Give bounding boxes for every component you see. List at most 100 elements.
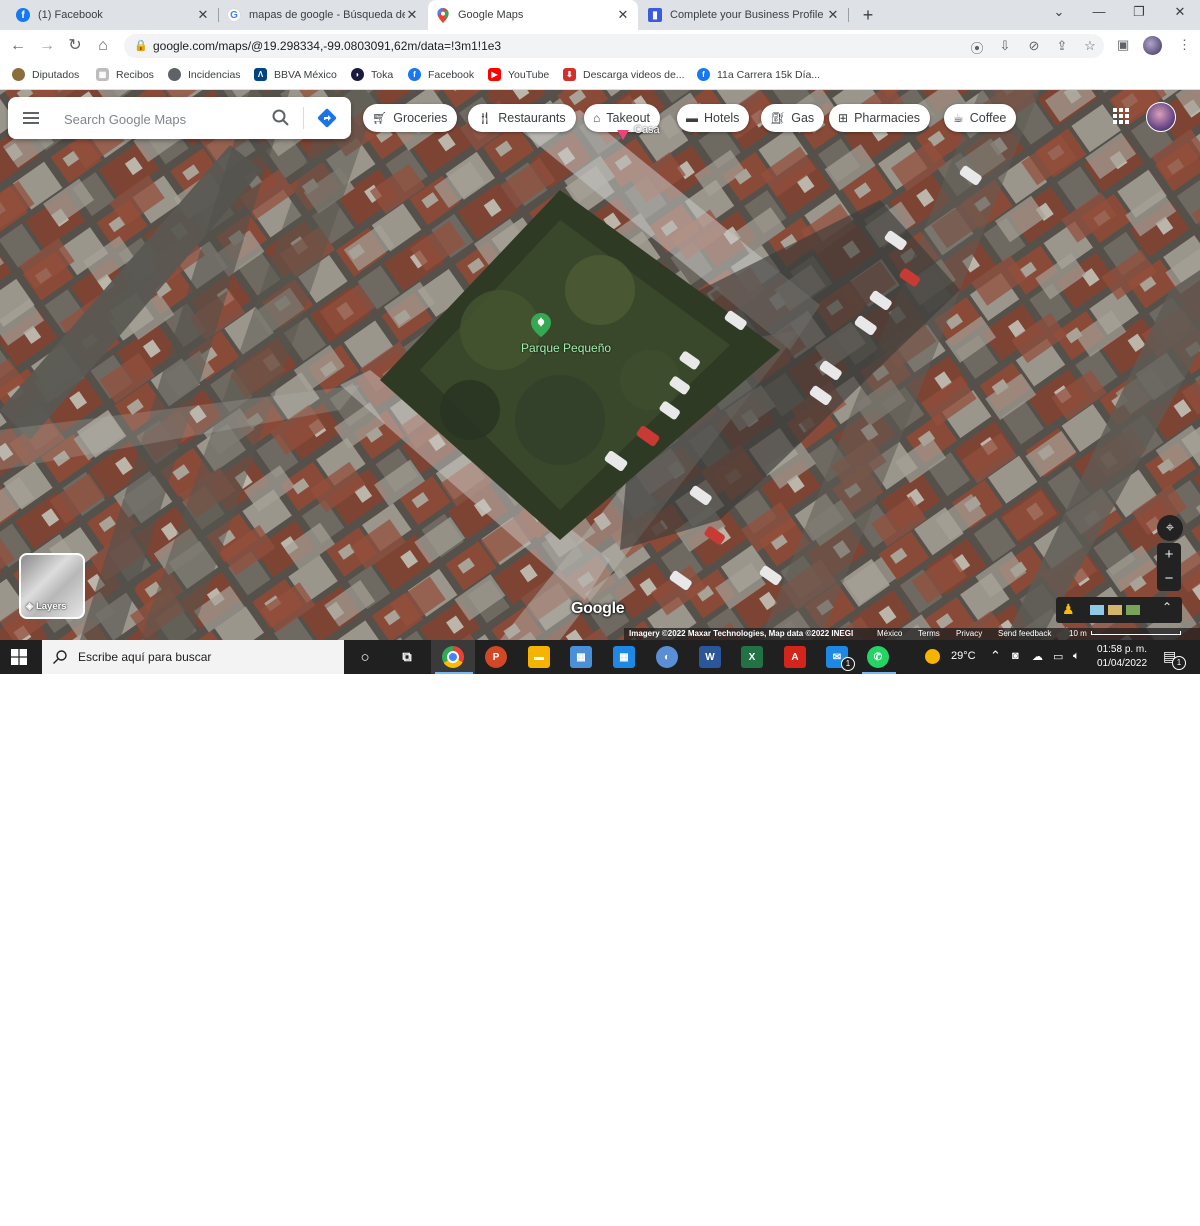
tab-google-maps[interactable]: Google Maps ✕ [428, 0, 638, 30]
place-label[interactable]: Parque Pequeño [521, 341, 611, 355]
scale-label[interactable]: 10 m [1069, 629, 1087, 638]
privacy-link[interactable]: Privacy [956, 629, 982, 638]
search-input[interactable] [62, 108, 266, 130]
paint-icon[interactable]: ◐ [656, 646, 678, 668]
thumbnail-icon[interactable] [1108, 605, 1122, 615]
tab-facebook[interactable]: f (1) Facebook ✕ [8, 0, 218, 30]
tab-business-profile[interactable]: ▮ Complete your Business Profile ✕ [640, 0, 848, 30]
sun-weather-icon[interactable] [925, 649, 940, 664]
clock[interactable]: 01:58 p. m. 01/04/2022 [1097, 643, 1147, 671]
search-icon[interactable] [271, 108, 291, 128]
tab-title: (1) Facebook [38, 9, 103, 21]
search-box [8, 97, 351, 139]
business-profile-icon: ▮ [648, 8, 662, 22]
file-explorer-icon[interactable]: ▬ [528, 646, 550, 668]
taskbar-search-box[interactable]: Escribe aquí para buscar [42, 640, 344, 674]
close-tab-icon[interactable]: ✕ [196, 7, 210, 23]
terms-link[interactable]: Terms [918, 629, 940, 638]
casa-label[interactable]: Casa [634, 124, 660, 136]
kebab-menu-icon[interactable]: ⋮ [1178, 37, 1191, 53]
tab-google-search[interactable]: G mapas de google - Búsqueda de ✕ [219, 0, 427, 30]
park-pin-icon[interactable] [531, 313, 551, 337]
chip-groceries[interactable]: 🛒︎ Groceries [363, 104, 458, 132]
star-bookmark-icon[interactable]: ☆ [1082, 38, 1098, 54]
chip-gas[interactable]: ⛽︎ Gas [761, 104, 825, 132]
layers-button[interactable]: ◈ Layers [19, 553, 85, 619]
new-tab-button[interactable]: + [858, 5, 878, 25]
region-link[interactable]: México [877, 629, 902, 638]
calculator-icon[interactable]: ▦ [570, 646, 592, 668]
forward-arrow-icon[interactable]: → [37, 36, 57, 56]
satellite-map[interactable]: 🛒︎ Groceries 🍴︎ Restaurants ⌂ Takeout ▬ Hote… [0, 90, 1200, 640]
close-tab-icon[interactable]: ✕ [826, 7, 840, 23]
chip-hotels[interactable]: ▬ Hotels [677, 104, 750, 132]
chevron-up-icon[interactable]: ⌃ [990, 648, 1001, 664]
temperature-text[interactable]: 29°C [951, 650, 976, 662]
bookmark-facebook[interactable]: f Facebook [408, 68, 474, 81]
eye-slash-icon[interactable]: ⊘ [1026, 38, 1042, 54]
facebook-icon: f [697, 68, 710, 81]
my-location-icon[interactable]: ⌖ [1157, 515, 1183, 541]
acrobat-icon[interactable]: A [784, 646, 806, 668]
home-icon[interactable]: ⌂ [93, 36, 113, 56]
send-feedback-link[interactable]: Send feedback [998, 629, 1051, 638]
chip-coffee[interactable]: ☕︎ Coffee [944, 104, 1017, 132]
bookmark-label: 11a Carrera 15k Día... [717, 68, 821, 81]
chrome-icon[interactable] [442, 646, 464, 668]
install-app-icon[interactable]: ⇩ [997, 38, 1013, 54]
zoom-in-button[interactable]: + [1157, 543, 1181, 567]
lock-icon: 🔒 [134, 40, 148, 52]
thumbnail-icon[interactable] [1090, 605, 1104, 615]
google-apps-grid-icon[interactable] [1113, 108, 1129, 124]
location-icon[interactable]: ⦿ [969, 38, 985, 57]
task-view-icon[interactable]: ⧉ [396, 646, 418, 668]
meet-icon[interactable]: ◙ [1012, 650, 1019, 662]
network-icon[interactable]: ▭ [1053, 650, 1063, 663]
browser-profile-avatar[interactable] [1143, 36, 1162, 55]
word-icon[interactable]: W [699, 646, 721, 668]
share-icon[interactable]: ⇪ [1054, 38, 1070, 54]
volume-icon[interactable]: 🔈︎ [1073, 650, 1080, 663]
bookmark-incidencias[interactable]: Incidencias [168, 68, 241, 81]
saved-place-pin-icon[interactable] [617, 130, 629, 142]
excel-icon[interactable]: X [741, 646, 763, 668]
pegman-icon[interactable]: ♟ [1062, 601, 1075, 618]
chip-pharmacies[interactable]: ⊞ Pharmacies [829, 104, 931, 132]
address-bar[interactable]: 🔒 google.com/maps/@19.298334,-99.0803091… [124, 34, 1104, 58]
bookmark-youtube[interactable]: ▶ YouTube [488, 68, 549, 81]
bookmark-label: Toka [371, 68, 394, 81]
close-window-button[interactable]: ✕ [1170, 4, 1190, 20]
bookmark-recibos[interactable]: ▦ Recibos [96, 68, 154, 81]
whatsapp-icon[interactable]: ✆ [867, 646, 889, 668]
bookmark-descarga-videos[interactable]: ⬇ Descarga videos de... [563, 68, 685, 81]
close-tab-icon[interactable]: ✕ [405, 7, 419, 23]
bookmark-diputados[interactable]: Diputados [12, 68, 79, 81]
chip-restaurants[interactable]: 🍴︎ Restaurants [468, 104, 576, 132]
cortana-icon[interactable]: ○ [354, 646, 376, 668]
screen: f (1) Facebook ✕ G mapas de google - Bús… [0, 0, 1200, 674]
back-arrow-icon[interactable]: ← [8, 36, 28, 56]
url-text: google.com/maps/@19.298334,-99.0803091,6… [153, 39, 502, 53]
account-avatar[interactable] [1146, 102, 1176, 132]
onedrive-cloud-icon[interactable]: ☁ [1032, 650, 1043, 663]
side-panel-icon[interactable]: ▣ [1117, 37, 1129, 53]
bookmark-bbva[interactable]: Λ BBVA México [254, 68, 337, 81]
powerpoint-icon[interactable]: P [485, 646, 507, 668]
download-icon: ⬇ [563, 68, 576, 81]
hamburger-menu-icon[interactable] [22, 109, 40, 127]
thumbnail-icon[interactable] [1126, 605, 1140, 615]
notification-badge: 1 [1172, 656, 1186, 670]
minimize-button[interactable]: — [1089, 4, 1109, 19]
directions-icon[interactable] [317, 108, 337, 128]
chevron-up-icon[interactable]: ⌃ [1162, 600, 1172, 614]
reload-icon[interactable]: ↻ [65, 36, 85, 56]
restore-button[interactable]: ❐ [1129, 4, 1149, 20]
bookmark-toka[interactable]: ◗ Toka [351, 68, 393, 81]
bookmark-carrera[interactable]: f 11a Carrera 15k Día... [697, 68, 820, 81]
zoom-out-button[interactable]: − [1157, 567, 1181, 591]
tab-search-chevron-icon[interactable]: ⌄ [1049, 4, 1069, 20]
google-logo: Google [571, 600, 625, 617]
calendar-icon[interactable]: ▦ [613, 646, 635, 668]
windows-start-icon[interactable] [11, 649, 27, 665]
close-tab-icon[interactable]: ✕ [616, 7, 630, 23]
